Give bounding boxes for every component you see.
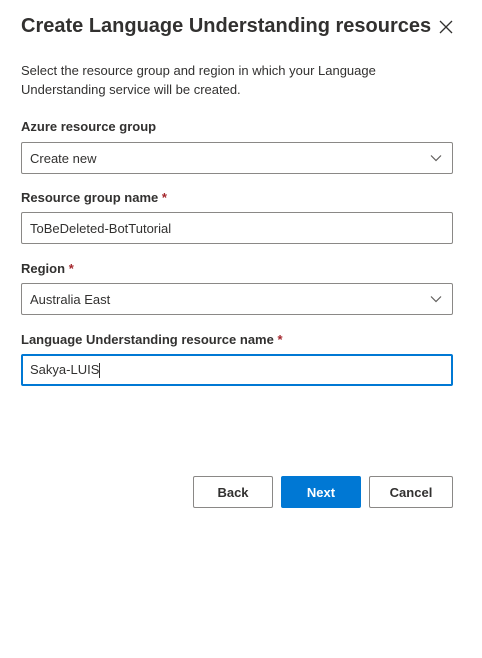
required-indicator: * [68,261,74,276]
resource-group-name-label: Resource group name * [21,190,167,205]
luis-name-label: Language Understanding resource name * [21,332,283,347]
resource-group-label-text: Azure resource group [21,119,157,134]
luis-name-label-text: Language Understanding resource name [21,332,274,347]
region-label-text: Region [21,261,66,276]
chevron-down-icon [420,284,452,314]
resource-group-label: Azure resource group [21,119,156,134]
close-icon [439,20,453,39]
luis-name-input[interactable]: Sakya-LUIS [21,354,453,386]
next-button[interactable]: Next [281,476,361,508]
cancel-button[interactable]: Cancel [369,476,453,508]
region-label: Region * [21,261,74,276]
required-indicator: * [277,332,283,347]
region-dropdown[interactable]: Australia East [21,283,453,315]
luis-name-value-wrap: Sakya-LUIS [30,361,451,379]
resource-group-value: Create new [30,150,97,166]
back-button[interactable]: Back [193,476,273,508]
resource-group-name-input[interactable]: ToBeDeleted-BotTutorial [21,212,453,244]
region-value: Australia East [30,291,111,307]
required-indicator: * [161,190,167,205]
dialog-description: Select the resource group and region in … [21,63,376,97]
chevron-down-icon [420,143,452,173]
resource-group-name-value: ToBeDeleted-BotTutorial [30,220,172,236]
text-cursor [99,363,101,379]
resource-group-dropdown[interactable]: Create new [21,142,453,174]
dialog-title: Create Language Understanding resources [21,15,432,37]
create-luis-dialog: Create Language Understanding resources … [0,0,482,658]
luis-name-value: Sakya-LUIS [30,361,100,377]
close-button[interactable] [433,16,459,42]
resource-group-name-label-text: Resource group name [21,190,159,205]
